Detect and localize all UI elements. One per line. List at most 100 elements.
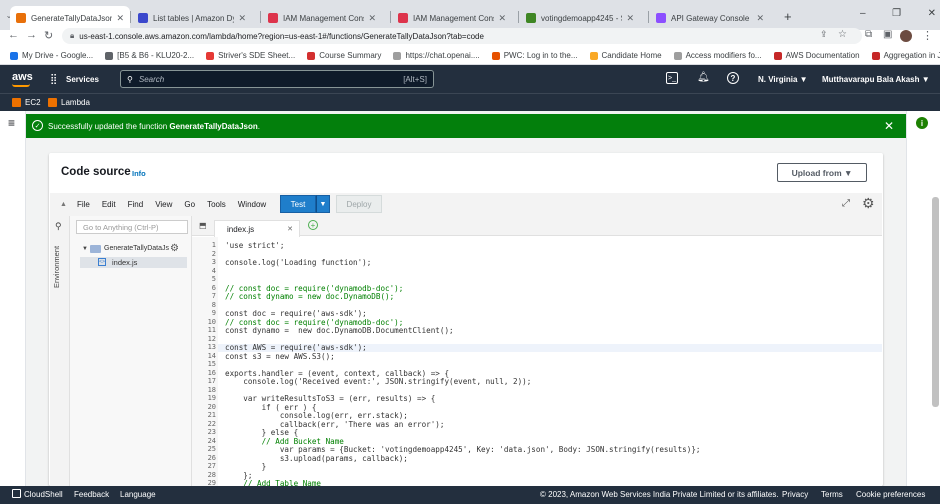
goto-search-icon[interactable]: ⚲ xyxy=(55,221,62,232)
upload-from-button[interactable]: Upload from ▼ xyxy=(777,163,867,182)
banner-function-name: GenerateTallyDataJson xyxy=(169,121,258,131)
ide-menu-edit[interactable]: Edit xyxy=(102,200,116,209)
code-line: console.log('Loading function'); xyxy=(225,258,372,267)
code-line: 'use strict'; xyxy=(225,241,285,250)
bookmark-item[interactable]: [B5 & B6 - KLU20-2... xyxy=(105,51,194,60)
ide-menu-view[interactable]: View xyxy=(155,200,172,209)
reload-icon[interactable]: ↻ xyxy=(44,29,53,42)
browser-tab[interactable]: IAM Management Console✕ xyxy=(262,6,382,30)
close-tab-icon[interactable]: ✕ xyxy=(364,13,376,24)
close-window-icon[interactable]: ✕ xyxy=(928,8,936,22)
ide-menu-window[interactable]: Window xyxy=(238,200,266,209)
bookmark-item[interactable]: AWS Documentation xyxy=(773,51,860,60)
close-tab-icon[interactable]: ✕ xyxy=(287,225,293,233)
hamburger-menu-icon[interactable]: ≡ xyxy=(8,116,15,130)
close-tab-icon[interactable]: ✕ xyxy=(112,13,124,24)
notifications-bell-icon[interactable]: 🔔︎ xyxy=(697,72,710,83)
terms-link[interactable]: Terms xyxy=(821,490,843,499)
extensions-icon[interactable]: ⧉ xyxy=(865,29,872,40)
help-icon[interactable]: ? xyxy=(727,72,739,84)
new-editor-tab-icon[interactable]: + xyxy=(308,220,318,230)
favorite-ec2[interactable]: EC2 xyxy=(25,98,41,107)
back-icon[interactable]: ← xyxy=(8,29,19,41)
test-dropdown-button[interactable]: ▼ xyxy=(316,195,330,213)
goto-anything-input[interactable]: Go to Anything (Ctrl-P) xyxy=(76,220,188,234)
tab-list-icon[interactable]: ⬒ xyxy=(199,221,207,230)
fullscreen-icon[interactable]: ⤢ xyxy=(842,198,850,209)
ide-menu-find[interactable]: Find xyxy=(128,200,144,209)
ide-settings-gear-icon[interactable]: ⚙ xyxy=(862,195,875,212)
language-link[interactable]: Language xyxy=(120,490,156,499)
bookmark-item[interactable]: My Drive - Google... xyxy=(10,51,93,60)
bookmark-star-icon[interactable]: ☆ xyxy=(838,29,847,40)
environment-tab[interactable]: Environment xyxy=(52,246,61,288)
ec2-service-icon xyxy=(12,98,21,107)
editor-tab-index-js[interactable]: index.js ✕ xyxy=(214,220,300,237)
close-tab-icon[interactable]: ✕ xyxy=(234,13,246,24)
aws-search-box[interactable]: ⚲ Search [Alt+S] xyxy=(120,70,434,88)
code-editor[interactable]: 1 'use strict'; 2 3 console.log('Loading fun… xyxy=(192,237,882,486)
tab-separator xyxy=(648,11,649,23)
bookmark-item[interactable]: PWC: Log in to the... xyxy=(491,51,578,60)
browser-tab[interactable]: API Gateway Console ✕ xyxy=(650,6,770,30)
deploy-button[interactable]: Deploy xyxy=(336,195,382,213)
services-grid-icon[interactable]: ⣿ xyxy=(50,74,57,85)
test-button[interactable]: Test xyxy=(280,195,316,213)
browser-tab[interactable]: List tables | Amazon Dyna✕ xyxy=(132,6,252,30)
code-source-title: Code source xyxy=(61,166,131,178)
aws-logo[interactable]: aws xyxy=(12,71,33,83)
vertical-scrollbar[interactable] xyxy=(932,197,939,407)
maximize-icon[interactable]: ❐ xyxy=(892,8,901,22)
share-icon[interactable]: ⇪ xyxy=(820,29,828,40)
cloudshell-link[interactable]: CloudShell xyxy=(24,490,63,499)
url-text: us-east-1.console.aws.amazon.com/lambda/… xyxy=(79,31,484,41)
close-tab-icon[interactable]: ✕ xyxy=(622,13,634,24)
bookmark-item[interactable]: Striver's SDE Sheet... xyxy=(206,51,295,60)
services-menu[interactable]: Services xyxy=(66,75,99,84)
account-menu[interactable]: Mutthavarapu Bala Akash ▼ xyxy=(822,75,930,84)
ide-menu-file[interactable]: File xyxy=(77,200,90,209)
favorite-lambda[interactable]: Lambda xyxy=(61,98,90,107)
privacy-link[interactable]: Privacy xyxy=(782,490,808,499)
bookmark-item[interactable]: Aggregation in Java... xyxy=(871,51,940,60)
feedback-link[interactable]: Feedback xyxy=(74,490,109,499)
bookmark-item[interactable]: https://chat.openai.... xyxy=(393,51,480,60)
code-line: // const dynamo = new doc.DynamoDB(); xyxy=(225,292,395,301)
browser-tab[interactable]: IAM Management Console✕ xyxy=(392,6,512,30)
line-number: 6 xyxy=(211,283,216,292)
sidebar-toggle-icon[interactable]: ▣ xyxy=(883,29,892,40)
folder-name[interactable]: GenerateTallyDataJs xyxy=(104,245,169,252)
info-link[interactable]: Info xyxy=(132,169,146,178)
cookie-preferences-link[interactable]: Cookie preferences xyxy=(856,490,925,499)
folder-settings-icon[interactable]: ⚙ xyxy=(170,243,179,254)
new-tab-button[interactable]: + xyxy=(784,9,792,24)
browser-tab[interactable]: votingdemoapp4245 - S3 b✕ xyxy=(520,6,640,30)
js-file-icon: <> xyxy=(98,258,106,266)
region-selector[interactable]: N. Virginia ▼ xyxy=(758,75,808,84)
line-number: 8 xyxy=(211,300,216,309)
info-panel-icon[interactable]: i xyxy=(916,117,928,129)
minimize-icon[interactable]: – xyxy=(860,8,866,22)
bookmark-item[interactable]: Course Summary xyxy=(307,51,381,60)
line-number: 10 xyxy=(207,317,216,326)
file-index-js[interactable]: index.js xyxy=(112,258,137,267)
browser-menu-icon[interactable]: ⋮ xyxy=(922,29,933,42)
ide-menu-tools[interactable]: Tools xyxy=(207,200,226,209)
close-tab-icon[interactable]: ✕ xyxy=(752,13,764,24)
close-tab-icon[interactable]: ✕ xyxy=(494,13,506,24)
profile-avatar[interactable] xyxy=(900,30,912,42)
browser-tab[interactable]: GenerateTallyDataJson - La✕ xyxy=(10,6,130,30)
forward-icon[interactable]: → xyxy=(26,29,37,41)
collapse-menu-icon[interactable]: ▲ xyxy=(60,201,67,208)
bookmark-item[interactable]: Access modifiers fo... xyxy=(673,51,762,60)
folder-expand-icon[interactable]: ▼ xyxy=(82,246,88,252)
ide-menu-go[interactable]: Go xyxy=(184,200,195,209)
address-bar[interactable]: 🔒︎ us-east-1.console.aws.amazon.com/lamb… xyxy=(62,28,862,44)
dismiss-banner-icon[interactable]: ✕ xyxy=(884,119,894,133)
bookmark-item[interactable]: Candidate Home xyxy=(589,51,662,60)
tab-separator xyxy=(518,11,519,23)
bookmark-favicon-icon xyxy=(589,51,598,60)
bookmark-favicon-icon xyxy=(491,51,500,60)
cloudshell-icon[interactable]: >_ xyxy=(666,72,678,84)
line-number: 29 xyxy=(207,479,216,486)
